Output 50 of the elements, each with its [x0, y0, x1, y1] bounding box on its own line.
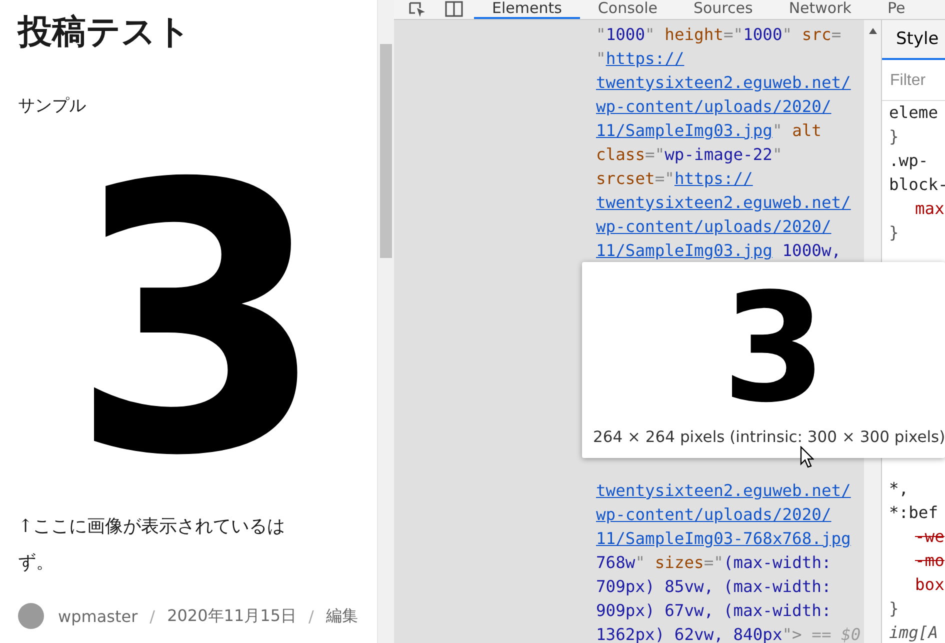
code-line: 11/SampleImg03.jpg 1000w,: [596, 240, 842, 262]
code-line: twentysixteen2.eguweb.net/: [596, 192, 852, 214]
preview-digit: 3: [722, 274, 826, 424]
css-rule-text: *,: [888, 478, 910, 500]
post-text: サンプル: [18, 95, 87, 117]
css-rule-text: }: [888, 222, 900, 244]
devtools-tab[interactable]: Network: [770, 0, 870, 19]
scrollbar-thumb[interactable]: [380, 44, 392, 258]
avatar-icon: [18, 603, 44, 629]
separator: /: [150, 606, 156, 626]
styles-tab[interactable]: Style: [882, 20, 945, 60]
code-line: wp-content/uploads/2020/: [596, 96, 832, 118]
author-link[interactable]: wpmaster: [58, 606, 138, 626]
css-rule-text: *:bef: [888, 502, 940, 524]
image-size-text: 264 × 264 pixels (intrinsic: 300 × 300 pixels): [593, 428, 945, 446]
code-line: 709px) 85vw, (max-width:: [596, 576, 832, 598]
code-line: wp-content/uploads/2020/: [596, 216, 832, 238]
devtools-tab[interactable]: Console: [580, 0, 676, 19]
edit-link[interactable]: 編集: [326, 606, 358, 626]
date-link[interactable]: 2020年11月15日: [167, 606, 296, 626]
css-rule-text: -we: [914, 526, 945, 548]
css-rule-text: .wp-: [888, 150, 930, 172]
css-rule-text: }: [888, 598, 900, 620]
code-line: 11/SampleImg03-768x768.jpg: [596, 528, 852, 550]
post-text: ↑ここに画像が表示されているはず。: [18, 515, 286, 575]
code-line: 11/SampleImg03.jpg" alt: [596, 120, 822, 142]
code-line: twentysixteen2.eguweb.net/: [596, 480, 852, 502]
separator: /: [308, 606, 314, 626]
code-line: "1000" height="1000" src=: [596, 24, 842, 46]
code-line: 909px) 67vw, (max-width:: [596, 600, 832, 622]
code-line: twentysixteen2.eguweb.net/: [596, 72, 852, 94]
code-line: class="wp-image-22": [596, 144, 784, 166]
image-digit: 3: [69, 157, 328, 487]
code-line: 768w" sizes="(max-width:: [596, 552, 832, 574]
post-title: 投稿テスト: [18, 11, 192, 54]
code-line: "https://: [596, 48, 686, 70]
devtools-tab[interactable]: Sources: [675, 0, 771, 19]
code-line: srcset="https://: [596, 168, 754, 190]
css-rule-text: -mo: [914, 550, 945, 572]
scrollbar[interactable]: [377, 0, 394, 643]
css-rule-text: block-: [888, 174, 945, 196]
css-rule-text: }: [888, 126, 900, 148]
code-line: wp-content/uploads/2020/: [596, 504, 832, 526]
device-icon[interactable]: [444, 1, 464, 17]
css-rule-text: img[A: [888, 622, 940, 643]
scroll-up-icon[interactable]: [868, 28, 876, 34]
css-rule-text: eleme: [888, 102, 940, 124]
css-rule-text: max: [914, 198, 945, 220]
devtools-tab[interactable]: Pe: [869, 0, 924, 19]
css-rule-text: box: [914, 574, 945, 596]
